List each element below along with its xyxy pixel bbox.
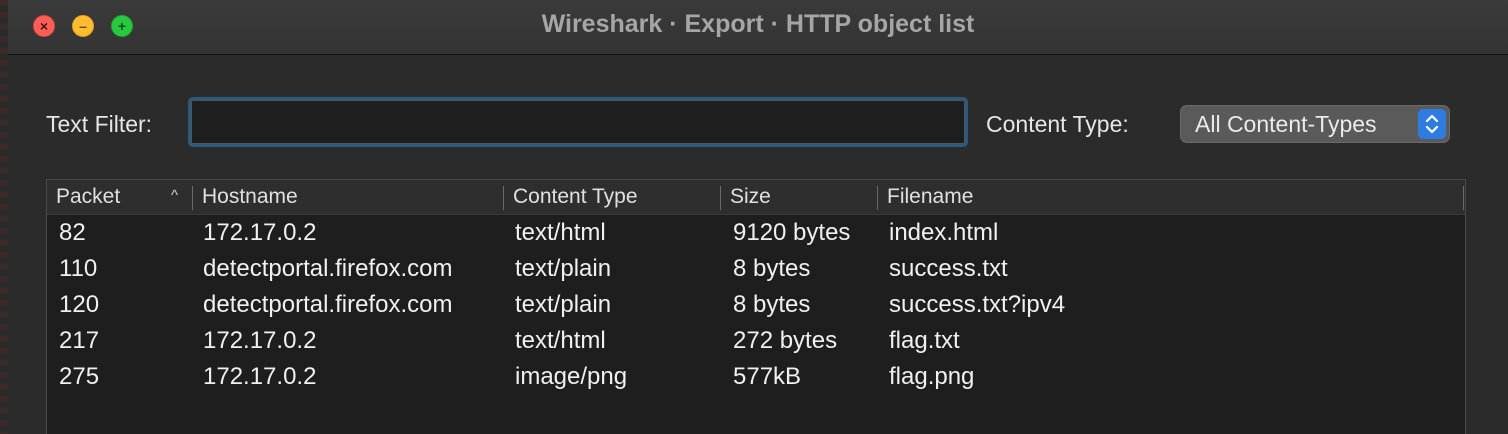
- content-type-label: Content Type:: [986, 111, 1129, 137]
- cell-packet: 120: [59, 291, 100, 318]
- content-type-select[interactable]: All Content-Types: [1180, 105, 1450, 143]
- column-header-packet[interactable]: Packet ^: [47, 180, 192, 214]
- cell-size: 8 bytes: [733, 255, 811, 282]
- cell-size: 8 bytes: [733, 291, 811, 318]
- cell-content-type: text/plain: [515, 291, 612, 318]
- column-header-size[interactable]: Size: [721, 180, 877, 214]
- sort-ascending-icon: ^: [170, 187, 178, 204]
- column-divider[interactable]: [1463, 186, 1464, 210]
- cell-packet: 217: [59, 327, 100, 354]
- column-header-hostname[interactable]: Hostname: [193, 180, 503, 214]
- text-filter-label: Text Filter:: [46, 111, 153, 137]
- column-header-label: Packet: [56, 185, 121, 208]
- window-title: Wireshark · Export · HTTP object list: [541, 10, 975, 38]
- cell-hostname: detectportal.firefox.com: [203, 255, 453, 282]
- table-row[interactable]: 217 172.17.0.2 text/html 272 bytes flag.…: [47, 323, 1465, 359]
- http-objects-table: Packet ^ Hostname Content Type Size File…: [46, 179, 1466, 434]
- dialog-content: Text Filter: Content Type: All Content-T…: [8, 55, 1508, 434]
- title-bar: × – + Wireshark · Export · HTTP object l…: [8, 0, 1508, 55]
- text-filter-input[interactable]: [188, 97, 968, 147]
- cell-content-type: text/html: [515, 219, 606, 246]
- cell-size: 9120 bytes: [733, 219, 851, 246]
- cell-content-type: image/png: [515, 363, 628, 390]
- column-header-filename[interactable]: Filename: [878, 180, 1464, 214]
- table-row[interactable]: 110 detectportal.firefox.com text/plain …: [47, 251, 1465, 287]
- cell-filename: index.html: [889, 219, 999, 246]
- cell-packet: 275: [59, 363, 100, 390]
- cell-content-type: text/plain: [515, 255, 612, 282]
- cell-filename: flag.txt: [889, 327, 960, 354]
- cell-size: 272 bytes: [733, 327, 838, 354]
- cell-filename: success.txt?ipv4: [889, 291, 1066, 318]
- table-row[interactable]: 82 172.17.0.2 text/html 9120 bytes index…: [47, 215, 1465, 251]
- table-row[interactable]: 275 172.17.0.2 image/png 577kB flag.png: [47, 359, 1465, 395]
- cell-packet: 110: [59, 255, 98, 282]
- content-type-selected-value: All Content-Types: [1195, 110, 1377, 137]
- table-header: Packet ^ Hostname Content Type Size File…: [47, 180, 1465, 215]
- cell-packet: 82: [59, 219, 86, 246]
- column-header-label: Content Type: [513, 185, 638, 208]
- cell-hostname: 172.17.0.2: [203, 219, 317, 246]
- column-header-label: Hostname: [202, 185, 298, 208]
- cell-hostname: detectportal.firefox.com: [203, 291, 453, 318]
- column-header-content-type[interactable]: Content Type: [504, 180, 720, 214]
- cell-filename: flag.png: [889, 363, 975, 390]
- http-object-list-window: × – + Wireshark · Export · HTTP object l…: [0, 0, 1508, 434]
- background-window-edge: [0, 0, 8, 434]
- cell-content-type: text/html: [515, 327, 606, 354]
- table-row[interactable]: 120 detectportal.firefox.com text/plain …: [47, 287, 1465, 323]
- column-header-label: Filename: [887, 185, 974, 208]
- cell-filename: success.txt: [889, 255, 1008, 282]
- cell-hostname: 172.17.0.2: [203, 327, 317, 354]
- cell-hostname: 172.17.0.2: [203, 363, 317, 390]
- column-header-label: Size: [730, 185, 771, 208]
- cell-size: 577kB: [733, 363, 802, 390]
- chevron-up-down-icon: [1418, 109, 1446, 139]
